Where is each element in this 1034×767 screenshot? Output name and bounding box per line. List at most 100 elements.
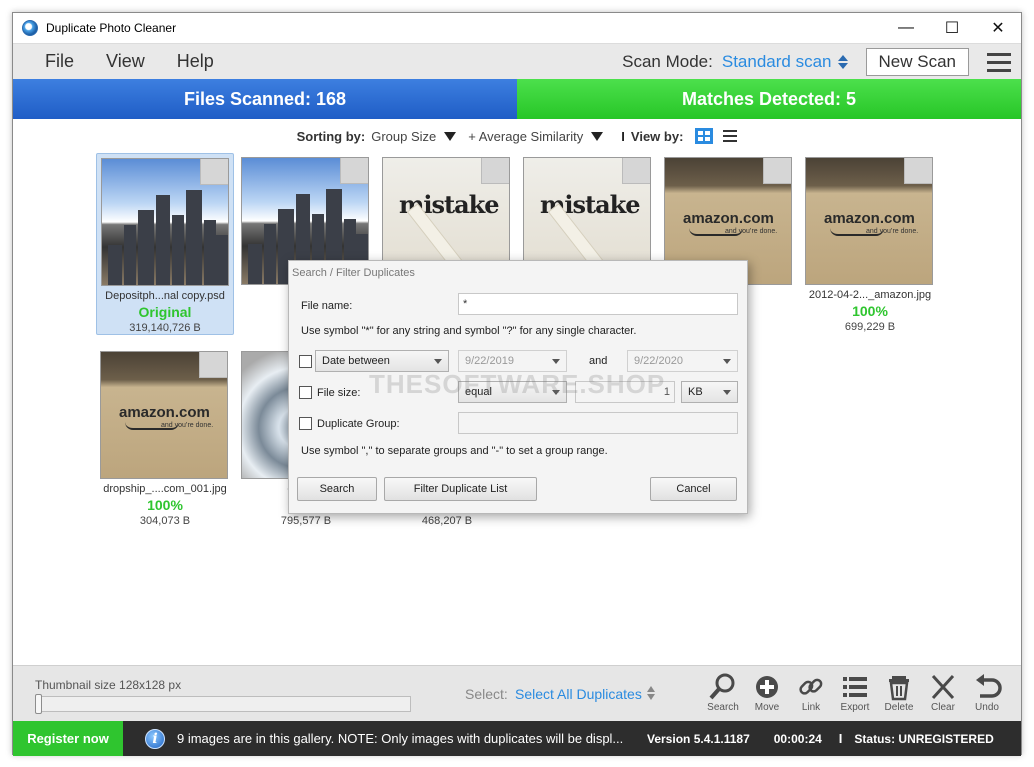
- registration-status: Status: UNREGISTERED: [854, 731, 994, 746]
- sort-secondary-option[interactable]: + Average Similarity: [468, 129, 583, 144]
- move-icon: [745, 672, 789, 702]
- filter-duplicate-list-button[interactable]: Filter Duplicate List: [384, 477, 537, 501]
- menu-view[interactable]: View: [106, 51, 145, 72]
- dialog-search-button[interactable]: Search: [297, 477, 377, 501]
- file-size: 319,140,726 B: [129, 322, 201, 334]
- menu-file[interactable]: File: [45, 51, 74, 72]
- export-tool-button[interactable]: Export: [833, 672, 877, 720]
- status-separator: I: [838, 731, 843, 746]
- duplicate-group-label: Duplicate Group:: [317, 418, 400, 430]
- photo-thumbnail[interactable]: [101, 158, 229, 286]
- select-mode-dropdown[interactable]: Select All Duplicates: [515, 686, 642, 702]
- undo-tool-button[interactable]: Undo: [965, 672, 1009, 720]
- chevron-down-icon: [723, 359, 731, 364]
- date-filter-checkbox[interactable]: [299, 355, 312, 368]
- link-tool-button[interactable]: Link: [789, 672, 833, 720]
- bottom-toolbar: Thumbnail size 128x128 px Select: Select…: [13, 665, 1021, 721]
- select-checkbox[interactable]: [199, 352, 227, 378]
- info-icon: i: [145, 728, 165, 749]
- search-tool-label: Search: [707, 702, 739, 713]
- sort-primary-dropdown-icon[interactable]: [444, 131, 457, 141]
- menu-help[interactable]: Help: [177, 51, 214, 72]
- list-view-icon[interactable]: [723, 130, 738, 142]
- file-size: 795,577 B: [280, 515, 332, 527]
- thumbnail-size-slider[interactable]: [35, 696, 411, 712]
- select-checkbox[interactable]: [340, 158, 368, 184]
- view-by-label: View by:: [630, 128, 684, 144]
- select-checkbox[interactable]: [904, 158, 932, 184]
- date-and-label: and: [589, 355, 608, 367]
- undo-icon: [965, 672, 1009, 702]
- gallery-note: 9 images are in this gallery. NOTE: Only…: [177, 731, 624, 746]
- file-size-label: File size:: [317, 387, 361, 399]
- search-tool-button[interactable]: Search: [701, 672, 745, 720]
- thumbnail-size-label: Thumbnail size 128x128 px: [35, 678, 182, 692]
- select-checkbox[interactable]: [763, 158, 791, 184]
- gallery-card[interactable]: amazon.com and you’re done. 2012-04-2..._a…: [801, 153, 939, 335]
- dialog-title: Search / Filter Duplicates: [292, 267, 415, 279]
- select-checkbox[interactable]: [622, 158, 650, 184]
- link-tool-label: Link: [801, 702, 821, 713]
- select-label: Select:: [465, 686, 508, 702]
- sort-bar: Sorting by: Group Size + Average Similar…: [13, 125, 1021, 147]
- close-button[interactable]: ✕: [975, 13, 1021, 43]
- delete-icon: [877, 672, 921, 702]
- title-bar: Duplicate Photo Cleaner — ☐ ✕: [13, 13, 1021, 43]
- chevron-down-icon: [723, 390, 731, 395]
- register-now-button[interactable]: Register now: [13, 721, 123, 756]
- select-mode-updown-icon[interactable]: [647, 686, 655, 700]
- chevron-down-icon: [434, 359, 442, 364]
- scan-mode-label: Scan Mode:: [622, 52, 713, 71]
- chevron-down-icon: [552, 359, 560, 364]
- sort-secondary-dropdown-icon[interactable]: [591, 131, 604, 141]
- export-icon: [833, 672, 877, 702]
- sort-primary-option[interactable]: Group Size: [371, 129, 436, 144]
- link-icon: [789, 672, 833, 702]
- select-checkbox[interactable]: [481, 158, 509, 184]
- clear-tool-label: Clear: [931, 702, 955, 713]
- sorting-label: Sorting by:: [296, 128, 366, 144]
- file-name: 2012-04-2..._amazon.jpg: [808, 289, 932, 301]
- grid-view-icon[interactable]: [695, 128, 714, 144]
- scan-mode-area: Scan Mode: Standard scan New Scan: [622, 44, 1011, 80]
- search-filter-dialog: Search / Filter Duplicates File name: * …: [288, 260, 748, 514]
- file-name-input[interactable]: *: [458, 293, 738, 315]
- gallery-card[interactable]: Depositph...nal copy.psd Original 319,140,…: [96, 153, 234, 335]
- photo-thumbnail[interactable]: amazon.com and you’re done.: [805, 157, 933, 285]
- move-tool-label: Move: [754, 702, 780, 713]
- window-title: Duplicate Photo Cleaner: [46, 21, 177, 35]
- size-unit-value: KB: [688, 386, 703, 398]
- clear-tool-button[interactable]: Clear: [921, 672, 965, 720]
- gallery-card[interactable]: amazon.com and you’re done. dropship_....c…: [96, 347, 234, 529]
- dialog-cancel-button[interactable]: Cancel: [650, 477, 737, 501]
- search-icon: [701, 672, 745, 702]
- group-range-hint: Use symbol "," to separate groups and "-…: [301, 445, 608, 457]
- size-unit-select[interactable]: KB: [681, 381, 738, 403]
- app-logo-icon: [22, 20, 38, 36]
- hamburger-menu-icon[interactable]: [987, 52, 1011, 72]
- duplicate-group-input[interactable]: [458, 412, 738, 434]
- scan-mode-updown-icon[interactable]: [837, 55, 848, 69]
- duplicate-group-checkbox[interactable]: [299, 417, 312, 430]
- file-name: dropship_....com_001.jpg: [103, 483, 227, 495]
- photo-thumbnail[interactable]: amazon.com and you’re done.: [100, 351, 228, 479]
- move-tool-button[interactable]: Move: [745, 672, 789, 720]
- maximize-button[interactable]: ☐: [929, 13, 975, 43]
- matches-detected-banner: Matches Detected: 5: [517, 79, 1021, 119]
- undo-tool-label: Undo: [975, 702, 999, 713]
- date-to-value: 9/22/2020: [634, 355, 683, 367]
- window-controls: — ☐ ✕: [883, 13, 1021, 43]
- new-scan-button[interactable]: New Scan: [865, 48, 969, 76]
- select-checkbox[interactable]: [200, 159, 228, 185]
- menu-bar: File View Help Scan Mode: Standard scan …: [13, 43, 1021, 79]
- file-name-label: File name:: [301, 300, 353, 312]
- file-size-checkbox[interactable]: [299, 386, 312, 399]
- delete-tool-button[interactable]: Delete: [877, 672, 921, 720]
- minimize-button[interactable]: —: [883, 13, 929, 43]
- scan-mode-dropdown[interactable]: Standard scan: [722, 52, 832, 72]
- match-status: 100%: [852, 303, 888, 319]
- stats-bar: Files Scanned: 168 Matches Detected: 5: [13, 79, 1021, 119]
- thumbnail-size-slider-handle[interactable]: [35, 694, 42, 714]
- file-size: 304,073 B: [139, 515, 191, 527]
- files-scanned-banner: Files Scanned: 168: [13, 79, 517, 119]
